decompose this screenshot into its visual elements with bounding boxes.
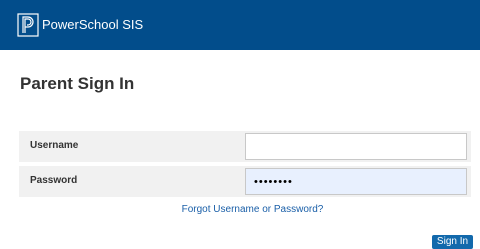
powerschool-logo-icon <box>17 13 39 37</box>
page-title: Parent Sign In <box>20 74 135 93</box>
app-title: PowerSchool SIS <box>42 17 144 32</box>
username-row: Username <box>19 131 471 162</box>
username-label: Username <box>30 140 79 151</box>
top-header-bar: PowerSchool SIS <box>0 0 480 50</box>
username-input[interactable] <box>245 133 467 160</box>
password-row: Password <box>19 166 471 197</box>
password-label: Password <box>30 175 78 186</box>
forgot-credentials-link[interactable]: Forgot Username or Password? <box>0 204 480 215</box>
password-input[interactable] <box>245 168 467 195</box>
sign-in-button[interactable]: Sign In <box>432 235 473 249</box>
